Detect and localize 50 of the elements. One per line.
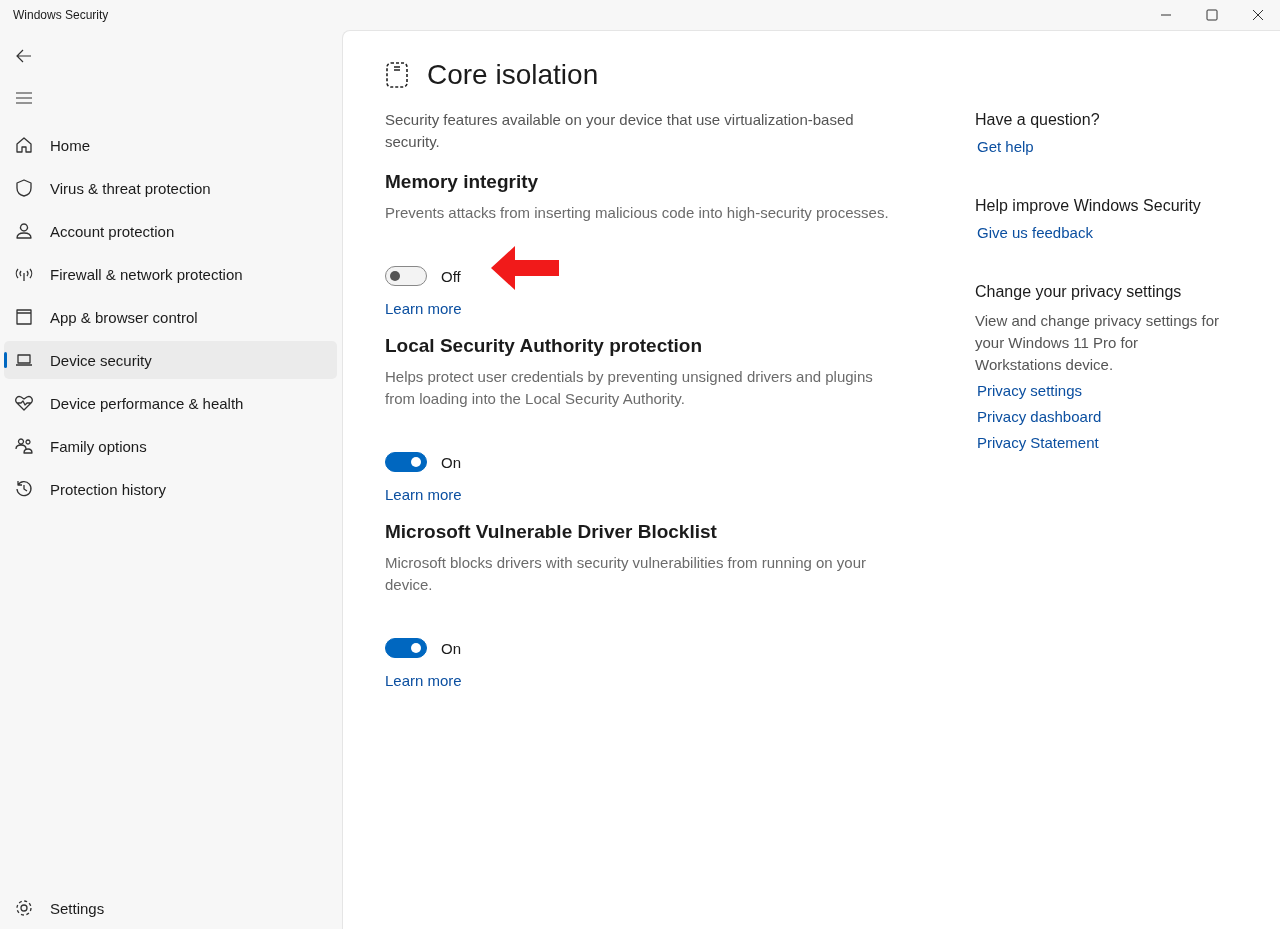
window-icon	[14, 307, 34, 327]
section-title: Local Security Authority protection	[385, 335, 704, 357]
toggle-state-label: Off	[441, 267, 461, 285]
people-icon	[14, 436, 34, 456]
toggle-state-label: On	[441, 453, 461, 471]
toggle-switch[interactable]	[385, 266, 427, 286]
aside-heading: Change your privacy settings	[975, 283, 1183, 301]
shield-icon	[14, 178, 34, 198]
window-title: Windows Security	[13, 8, 109, 22]
close-icon[interactable]	[1252, 9, 1264, 21]
sidebar-item[interactable]: App & browser control	[4, 298, 337, 336]
aside-text: View and change privacy settings for your Windows 11 Pro for Workstations device.	[975, 311, 1220, 375]
sidebar-item[interactable]: Family options	[4, 427, 337, 465]
house-icon	[14, 135, 34, 155]
person-icon	[14, 221, 34, 241]
help-link[interactable]: Privacy dashboard	[977, 408, 1102, 425]
section-description: Microsoft blocks drivers with security vulnerabilities from running on your device.	[385, 553, 867, 595]
page-title: Core isolation	[427, 59, 599, 91]
page-description: Security features available on your device that use virtualization-based security.	[385, 110, 855, 152]
section-title: Microsoft Vulnerable Driver Blocklist	[385, 521, 718, 543]
sidebar-item[interactable]: Firewall & network protection	[4, 255, 337, 293]
maximize-icon[interactable]	[1206, 9, 1218, 21]
chip-icon	[385, 61, 409, 89]
help-link[interactable]: Privacy Statement	[977, 434, 1099, 451]
section-description: Helps protect user credentials by preventing unsigned drivers and plugins from loading into the Local Security Authority.	[385, 367, 874, 409]
settings-icon	[14, 898, 34, 918]
heart-pulse-icon	[14, 393, 34, 413]
learn-more-link[interactable]: Learn more	[385, 486, 462, 503]
learn-more-link[interactable]: Learn more	[385, 672, 462, 689]
section-title: Memory integrity	[385, 171, 540, 193]
help-link[interactable]: Privacy settings	[977, 382, 1083, 399]
sidebar-item[interactable]: Account protection	[4, 212, 337, 250]
sidebar-item[interactable]: Device performance & health	[4, 384, 337, 422]
learn-more-link[interactable]: Learn more	[385, 300, 462, 317]
section-description: Prevents attacks from inserting malicious code into high-security processes.	[385, 203, 890, 223]
toggle-switch[interactable]	[385, 638, 427, 658]
back-arrow-icon[interactable]	[16, 49, 32, 63]
settings-item[interactable]: Settings	[4, 889, 337, 927]
toggle-switch[interactable]	[385, 452, 427, 472]
sidebar-item[interactable]: Protection history	[4, 470, 337, 508]
help-link[interactable]: Get help	[977, 138, 1034, 155]
menu-icon[interactable]	[16, 92, 32, 104]
aside-heading: Have a question?	[975, 111, 1101, 129]
sidebar-item[interactable]: Device security	[4, 341, 337, 379]
help-link[interactable]: Give us feedback	[977, 224, 1093, 241]
sidebar-item[interactable]: Virus & threat protection	[4, 169, 337, 207]
history-icon	[14, 479, 34, 499]
toggle-state-label: On	[441, 639, 461, 657]
sidebar-item[interactable]: Home	[4, 126, 337, 164]
aside-heading: Help improve Windows Security	[975, 197, 1202, 215]
